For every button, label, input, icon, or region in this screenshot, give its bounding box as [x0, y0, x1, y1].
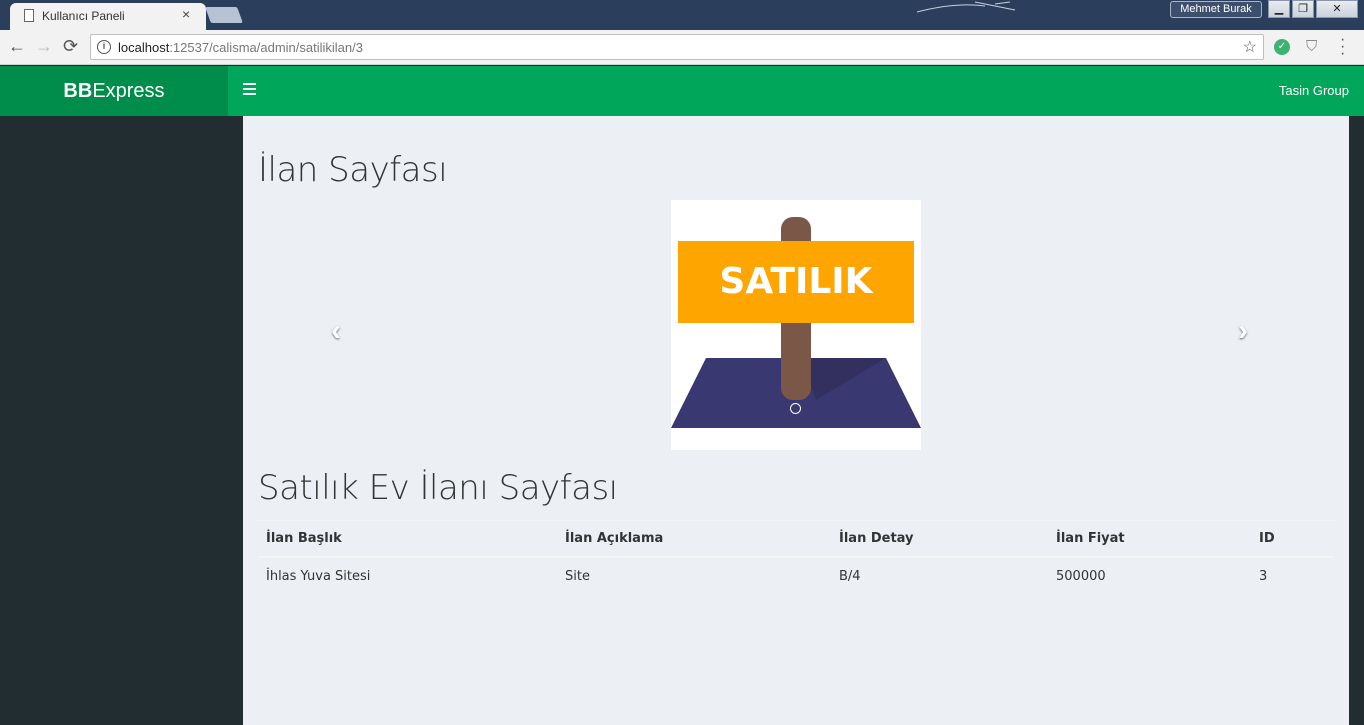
- carousel-next-icon[interactable]: ›: [1238, 314, 1248, 348]
- table-cell: Site: [557, 556, 831, 595]
- browser-titlebar: Kullanıcı Paneli × Mehmet Burak ▁ ❐ ✕: [0, 0, 1364, 30]
- content-area: İlan Sayfası SATILIK ‹ › Satılık Ev İlan…: [243, 116, 1349, 725]
- profile-button[interactable]: Mehmet Burak: [1170, 1, 1262, 18]
- table-cell: İhlas Yuva Sitesi: [258, 556, 557, 595]
- sign-text: SATILIK: [719, 261, 873, 302]
- minimize-button[interactable]: ▁: [1268, 0, 1290, 18]
- logo-rest: Express: [92, 80, 165, 102]
- back-arrow-icon[interactable]: ←: [8, 36, 26, 57]
- theme-decoration: [915, 0, 1025, 14]
- carousel-prev-icon[interactable]: ‹: [331, 314, 341, 348]
- carousel-indicator[interactable]: [790, 403, 801, 414]
- table-row: İhlas Yuva Sitesi Site B/4 500000 3: [258, 556, 1334, 595]
- browser-tab[interactable]: Kullanıcı Paneli ×: [10, 3, 206, 30]
- right-edge: [1349, 116, 1364, 725]
- page-title: İlan Sayfası: [258, 150, 448, 190]
- listing-table: İlan Başlık İlan Açıklama İlan Detay İla…: [258, 520, 1334, 595]
- browser-toolbar: ← → ⟳ i localhost:12537/calisma/admin/sa…: [0, 30, 1364, 65]
- column-header: İlan Başlık: [258, 520, 557, 558]
- app-header: BBExpress Tasin Group: [0, 66, 1364, 116]
- extension-check-icon[interactable]: ✓: [1274, 39, 1290, 55]
- column-header: İlan Açıklama: [557, 520, 831, 558]
- address-bar[interactable]: i localhost:12537/calisma/admin/satiliki…: [90, 34, 1264, 60]
- column-header: ID: [1251, 520, 1334, 558]
- logo-bold: BB: [63, 80, 93, 102]
- forward-arrow-icon[interactable]: →: [35, 36, 53, 57]
- table-cell: B/4: [831, 556, 1048, 595]
- section-title: Satılık Ev İlanı Sayfası: [258, 468, 618, 508]
- url-path: :12537/calisma/admin/satilikilan/3: [169, 40, 363, 55]
- column-header: İlan Fiyat: [1048, 520, 1251, 558]
- table-cell: 3: [1251, 556, 1334, 595]
- column-header: İlan Detay: [831, 520, 1048, 558]
- document-icon: [24, 9, 34, 22]
- tab-close-icon[interactable]: ×: [182, 6, 190, 22]
- bookmark-star-icon[interactable]: ☆: [1243, 37, 1257, 57]
- table-header-row: İlan Başlık İlan Açıklama İlan Detay İla…: [258, 520, 1334, 558]
- browser-menu-icon[interactable]: · · ·: [1340, 32, 1345, 62]
- reload-icon[interactable]: ⟳: [63, 36, 78, 57]
- user-menu[interactable]: Tasin Group: [1279, 83, 1349, 98]
- info-icon[interactable]: i: [97, 40, 111, 54]
- restore-button[interactable]: ❐: [1292, 0, 1314, 18]
- tab-title: Kullanıcı Paneli: [42, 9, 125, 23]
- new-tab-button[interactable]: [205, 7, 243, 23]
- table-cell: 500000: [1048, 556, 1251, 595]
- sidebar: [0, 116, 243, 725]
- app-logo[interactable]: BBExpress: [0, 66, 228, 116]
- url-text[interactable]: localhost:12537/calisma/admin/satilikila…: [118, 40, 363, 55]
- close-window-button[interactable]: ✕: [1316, 0, 1358, 18]
- url-host: localhost: [118, 40, 170, 55]
- extension-shield-icon[interactable]: ⛉: [1306, 38, 1322, 56]
- sidebar-toggle-icon[interactable]: [243, 83, 256, 98]
